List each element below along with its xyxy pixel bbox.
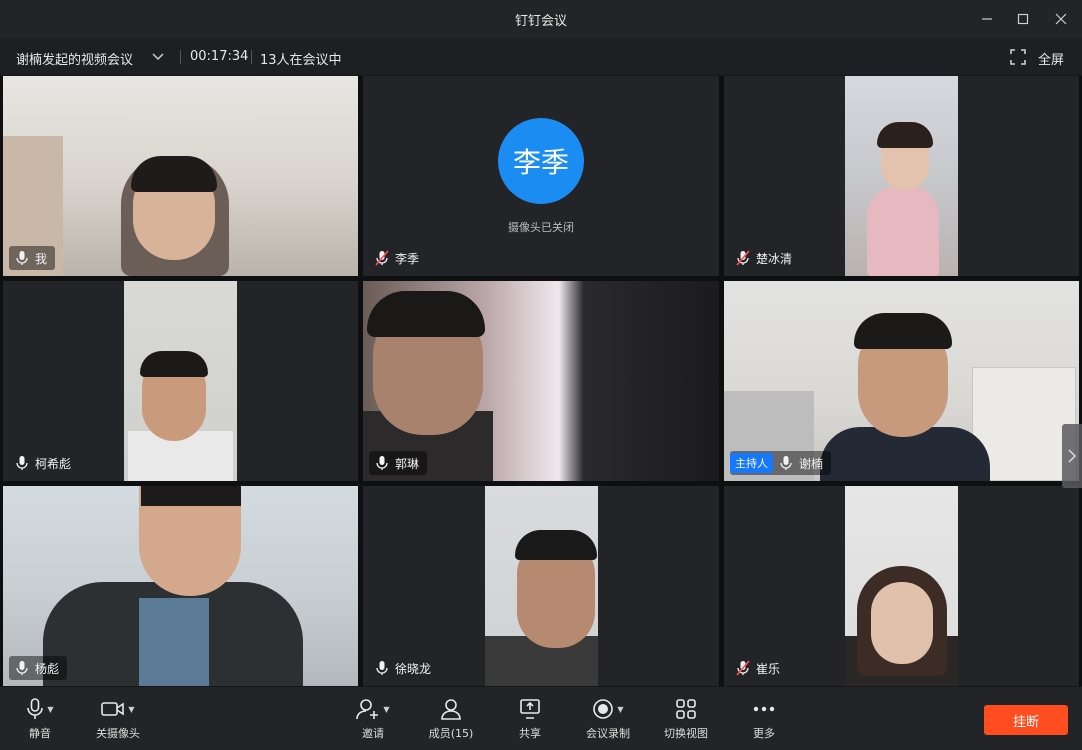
video-grid: 我 李季 摄像头已关闭 李季 楚冰清 柯希彪 郭琳 主持人 谢楠 杨彪 徐晓龙 …	[0, 76, 1082, 686]
switch-view-label: 切换视图	[664, 727, 708, 740]
fullscreen-icon[interactable]	[1010, 49, 1026, 65]
video-tile-self[interactable]: 我	[3, 76, 358, 276]
video-tile[interactable]: 郭琳	[363, 281, 719, 481]
video-tile[interactable]: 柯希彪	[3, 281, 358, 481]
participant-count: 13人在会议中	[260, 53, 342, 68]
divider	[180, 50, 181, 64]
participant-name: 我	[35, 251, 48, 266]
mute-label: 静音	[29, 727, 51, 740]
microphone-icon	[376, 661, 388, 675]
participant-name: 楚冰清	[756, 251, 793, 266]
participant-name: 郭琳	[395, 456, 420, 471]
video-feed	[124, 281, 237, 481]
close-button[interactable]	[1048, 6, 1074, 32]
divider	[251, 50, 252, 64]
meeting-toolbar: ▼ 静音 ▼ 关摄像头 ▼ 邀请 成员(15) 共享 ▼ 会议录制 切换视图 更…	[0, 686, 1082, 750]
members-label: 成员(15)	[428, 727, 474, 740]
microphone-muted-icon	[736, 660, 750, 676]
fullscreen-button[interactable]: 全屏	[1038, 49, 1064, 68]
participant-nametag: 柯希彪	[9, 451, 79, 475]
members-button[interactable]: 成员(15)	[416, 697, 486, 741]
microphone-icon	[27, 698, 44, 719]
video-tile-camera-off[interactable]: 李季 摄像头已关闭 李季	[363, 76, 719, 276]
meeting-timer: 00:17:34	[190, 49, 249, 64]
host-badge: 主持人	[730, 453, 773, 473]
microphone-icon	[16, 251, 28, 265]
video-tile[interactable]: 徐晓龙	[363, 486, 719, 686]
participant-nametag: 李季	[369, 246, 427, 270]
screen-share-icon	[520, 699, 540, 719]
camera-icon	[101, 702, 125, 716]
switch-view-button[interactable]: 切换视图	[651, 697, 721, 741]
chevron-down-icon[interactable]	[150, 48, 166, 64]
minimize-button[interactable]	[974, 6, 1000, 32]
record-icon	[593, 699, 614, 719]
dropdown-caret-icon[interactable]: ▼	[383, 705, 389, 714]
video-tile[interactable]: 崔乐	[724, 486, 1079, 686]
video-feed	[845, 486, 958, 686]
video-feed	[3, 76, 358, 276]
video-tile[interactable]: 杨彪	[3, 486, 358, 686]
window-title: 钉钉会议	[514, 14, 567, 29]
participant-nametag: 主持人 谢楠	[730, 451, 832, 475]
microphone-icon	[16, 456, 28, 470]
participant-name: 李季	[395, 251, 420, 266]
more-button[interactable]: 更多	[729, 697, 799, 741]
invite-label: 邀请	[362, 727, 384, 740]
share-label: 共享	[519, 727, 541, 740]
participant-name: 柯希彪	[35, 456, 72, 471]
microphone-icon	[780, 456, 792, 470]
close-icon	[1055, 13, 1067, 25]
grid-view-icon	[676, 699, 696, 719]
more-label: 更多	[753, 727, 775, 740]
participant-nametag: 郭琳	[369, 451, 428, 475]
hangup-button[interactable]: 挂断	[984, 705, 1068, 735]
microphone-muted-icon	[736, 250, 750, 266]
minimize-icon	[982, 18, 992, 20]
more-dots-icon	[753, 706, 775, 712]
dropdown-caret-icon[interactable]: ▼	[617, 705, 623, 714]
next-page-button[interactable]	[1062, 424, 1082, 488]
record-button[interactable]: ▼ 会议录制	[573, 697, 643, 741]
participant-name: 崔乐	[756, 661, 781, 676]
meeting-info-bar: 谢楠发起的视频会议 00:17:34 13人在会议中 全屏	[0, 38, 1082, 76]
maximize-button[interactable]	[1010, 6, 1036, 32]
camera-off-button[interactable]: ▼ 关摄像头	[83, 697, 153, 741]
video-feed	[845, 76, 958, 276]
share-button[interactable]: 共享	[495, 697, 565, 741]
camera-off-label: 摄像头已关闭	[508, 221, 574, 234]
participant-name: 徐晓龙	[395, 661, 432, 676]
record-label: 会议录制	[586, 727, 630, 740]
participant-name: 谢楠	[799, 456, 824, 471]
maximize-icon	[1017, 13, 1029, 25]
camera-off-label: 关摄像头	[96, 727, 140, 740]
microphone-icon	[376, 456, 388, 470]
participant-name: 杨彪	[35, 661, 60, 676]
mute-button[interactable]: ▼ 静音	[5, 697, 75, 741]
invite-button[interactable]: ▼ 邀请	[338, 697, 408, 741]
video-tile[interactable]: 楚冰清	[724, 76, 1079, 276]
video-feed	[485, 486, 598, 686]
dropdown-caret-icon[interactable]: ▼	[47, 705, 53, 714]
avatar: 李季	[498, 118, 584, 204]
title-bar: 钉钉会议	[0, 0, 1082, 38]
add-user-icon	[356, 699, 379, 720]
microphone-icon	[16, 661, 28, 675]
dropdown-caret-icon[interactable]: ▼	[128, 705, 134, 714]
participant-nametag: 崔乐	[730, 656, 788, 680]
members-icon	[441, 699, 461, 720]
participant-nametag: 我	[9, 246, 56, 270]
microphone-muted-icon	[375, 250, 389, 266]
participant-nametag: 徐晓龙	[369, 656, 439, 680]
meeting-title[interactable]: 谢楠发起的视频会议	[16, 49, 133, 68]
chevron-right-icon	[1068, 449, 1076, 463]
participant-nametag: 楚冰清	[730, 246, 800, 270]
participant-nametag: 杨彪	[9, 656, 68, 680]
video-tile-host[interactable]: 主持人 谢楠	[724, 281, 1079, 481]
